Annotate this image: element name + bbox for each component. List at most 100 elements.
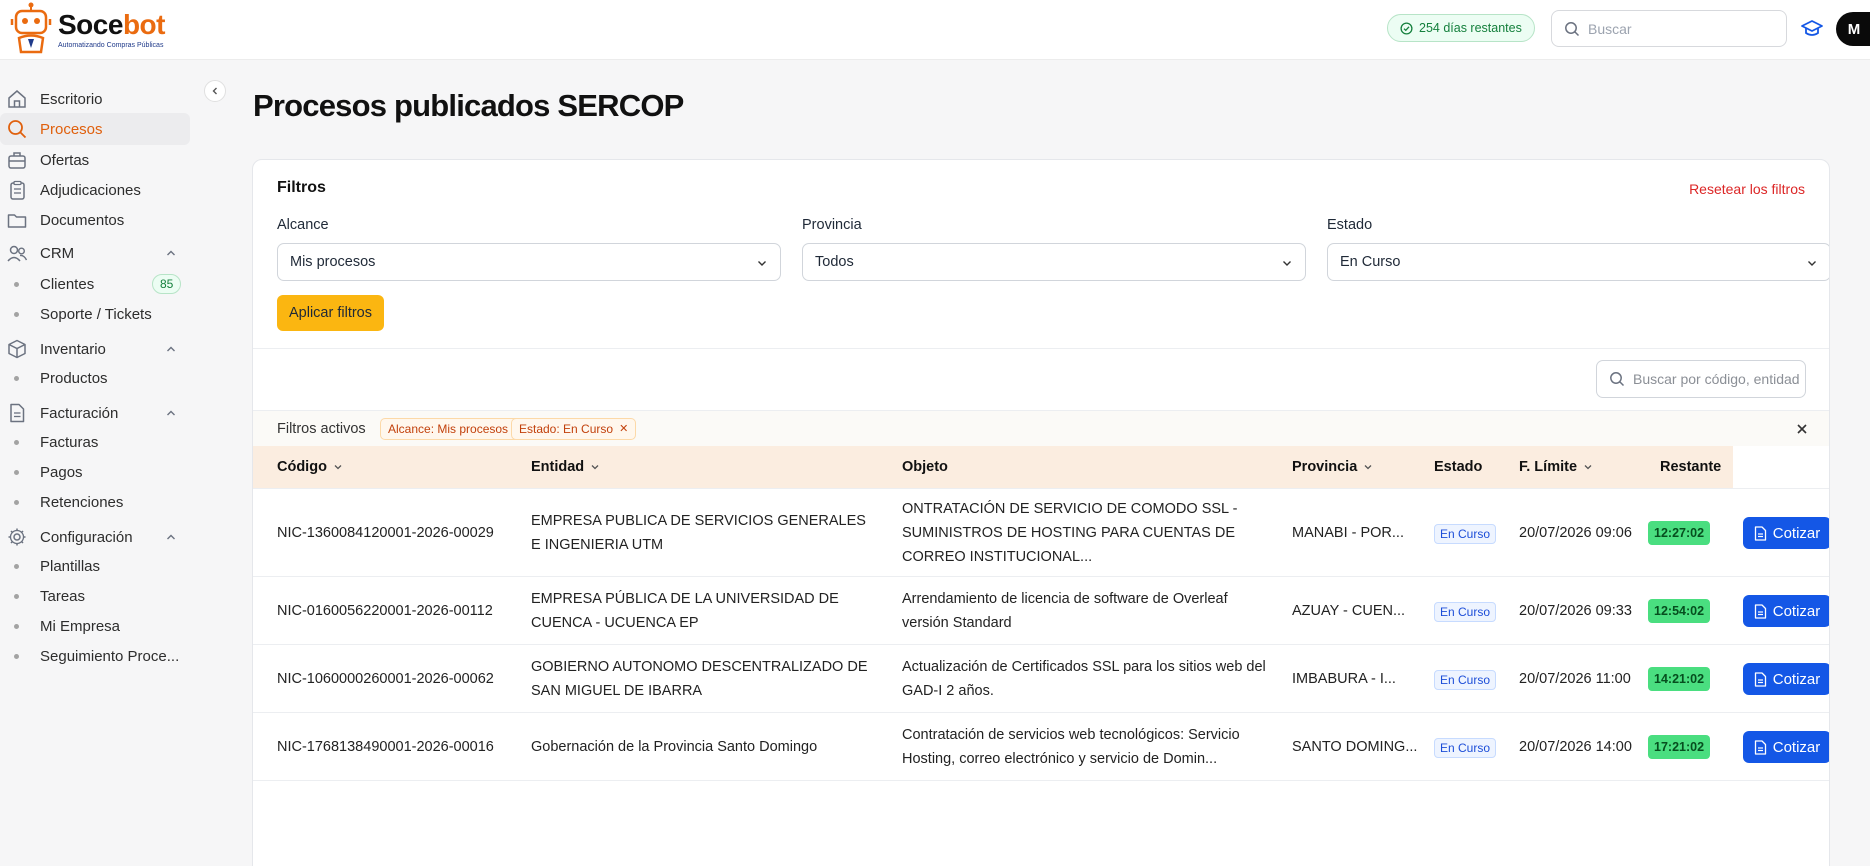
alcance-select[interactable]: Mis procesos xyxy=(277,243,781,281)
days-remaining-text: 254 días restantes xyxy=(1419,21,1522,35)
provincia-select[interactable]: Todos xyxy=(802,243,1306,281)
sidebar-item-plantillas[interactable]: Plantillas xyxy=(0,552,190,580)
close-icon[interactable]: ✕ xyxy=(619,422,628,435)
brand-tagline: Automatizando Compras Públicas xyxy=(58,41,164,49)
chevron-down-icon xyxy=(334,465,342,470)
clear-active-filters-icon[interactable] xyxy=(1795,422,1809,436)
alcance-label: Alcance xyxy=(277,217,329,233)
global-search[interactable] xyxy=(1551,10,1787,47)
chevron-down-icon xyxy=(1364,465,1372,470)
status-badge: En Curso xyxy=(1434,738,1497,758)
document-icon xyxy=(1754,525,1766,541)
sidebar-item-ofertas[interactable]: Ofertas xyxy=(0,144,190,176)
column-header-estado: Estado xyxy=(1434,459,1483,475)
sidebar-item-soporte-tickets[interactable]: Soporte / Tickets xyxy=(0,300,190,328)
active-filter-chip[interactable]: Estado: En Curso ✕ xyxy=(511,417,637,440)
check-circle-icon xyxy=(1400,21,1413,35)
cotizar-button[interactable]: Cotizar xyxy=(1743,517,1829,549)
chevron-up-icon xyxy=(167,410,175,416)
graduation-cap-icon[interactable] xyxy=(1800,17,1824,41)
sidebar-group-crm[interactable]: CRM xyxy=(0,237,190,269)
sidebar-item-procesos[interactable]: Procesos xyxy=(0,113,190,145)
search-icon xyxy=(8,120,27,139)
table-row[interactable]: NIC-0160056220001-2026-00112 EMPRESA PÚB… xyxy=(253,576,1829,644)
reset-filters-link[interactable]: Resetear los filtros xyxy=(1689,181,1805,197)
active-filters-bar: Filtros activos Alcance: Mis procesos✕ E… xyxy=(253,410,1829,446)
filters-title: Filtros xyxy=(277,179,326,196)
chevron-left-icon xyxy=(212,87,217,95)
sidebar-item-tareas[interactable]: Tareas xyxy=(0,582,190,610)
sidebar-item-adjudicaciones[interactable]: Adjudicaciones xyxy=(0,174,190,206)
table-search-input[interactable] xyxy=(1633,371,1801,387)
cotizar-button[interactable]: Cotizar xyxy=(1743,731,1829,763)
global-search-input[interactable] xyxy=(1588,20,1768,37)
estado-select[interactable]: En Curso xyxy=(1327,243,1829,281)
cotizar-button[interactable]: Cotizar xyxy=(1743,663,1829,695)
active-filters-label: Filtros activos xyxy=(277,420,366,437)
clients-count-badge: 85 xyxy=(152,274,182,294)
gear-icon xyxy=(8,528,26,546)
sidebar-item-mi-empresa[interactable]: Mi Empresa xyxy=(0,612,190,640)
search-icon xyxy=(1610,372,1625,387)
document-icon xyxy=(1754,671,1766,687)
document-icon xyxy=(1754,739,1766,755)
table-row[interactable]: NIC-1768138490001-2026-00016 Gobernación… xyxy=(253,712,1829,780)
estado-label: Estado xyxy=(1327,217,1373,233)
file-text-icon xyxy=(10,403,25,423)
cotizar-button[interactable]: Cotizar xyxy=(1743,595,1829,627)
chevron-down-icon xyxy=(591,465,599,470)
time-remaining-badge: 14:21:02 xyxy=(1648,667,1711,691)
sidebar-group-configuracion[interactable]: Configuración xyxy=(0,521,190,553)
column-header-codigo[interactable]: Código xyxy=(277,459,343,475)
chevron-down-icon xyxy=(758,261,766,266)
column-header-provincia[interactable]: Provincia xyxy=(1292,459,1373,475)
sidebar-collapse-button[interactable] xyxy=(204,80,226,102)
column-header-restante: Restante xyxy=(1660,459,1722,475)
sidebar-group-facturacion[interactable]: Facturación xyxy=(0,397,190,429)
folder-icon xyxy=(7,214,27,228)
sidebar-item-escritorio[interactable]: Escritorio xyxy=(0,83,190,115)
column-header-limite[interactable]: F. Límite xyxy=(1519,459,1593,475)
home-icon xyxy=(8,90,26,108)
status-badge: En Curso xyxy=(1434,524,1497,544)
brand-name: Socebot xyxy=(58,8,165,40)
table-search[interactable] xyxy=(1596,360,1806,398)
clipboard-icon xyxy=(10,180,25,200)
status-badge: En Curso xyxy=(1434,602,1497,622)
active-filter-chip[interactable]: Alcance: Mis procesos✕ xyxy=(380,417,532,440)
time-remaining-badge: 12:54:02 xyxy=(1648,599,1711,623)
chevron-up-icon xyxy=(167,250,175,256)
provincia-label: Provincia xyxy=(802,217,862,233)
sidebar-item-pagos[interactable]: Pagos xyxy=(0,458,190,486)
time-remaining-badge: 12:27:02 xyxy=(1648,521,1711,545)
search-icon xyxy=(1565,21,1580,36)
sidebar-item-facturas[interactable]: Facturas xyxy=(0,428,190,456)
sidebar-item-seguimiento[interactable]: Seguimiento Proce... xyxy=(0,642,190,670)
chevron-down-icon xyxy=(1584,465,1592,470)
table-row[interactable]: NIC-1060000260001-2026-00062 GOBIERNO AU… xyxy=(253,644,1829,712)
users-icon xyxy=(7,245,28,262)
sidebar-item-clientes[interactable]: Clientes 85 xyxy=(0,270,190,298)
column-header-objeto: Objeto xyxy=(902,459,948,475)
chevron-down-icon xyxy=(1283,261,1291,266)
subscription-days-badge: 254 días restantes xyxy=(1387,14,1535,42)
box-icon xyxy=(8,339,26,359)
robot-logo-icon xyxy=(10,2,52,54)
table-header: Código Entidad Objeto Provincia Estado F… xyxy=(253,446,1733,488)
table-row[interactable]: NIC-1360084120001-2026-00029 EMPRESA PUB… xyxy=(253,488,1829,576)
sidebar-item-documentos[interactable]: Documentos xyxy=(0,204,190,236)
top-bar: Socebot Automatizando Compras Públicas 2… xyxy=(0,0,1870,60)
time-remaining-badge: 17:21:02 xyxy=(1648,735,1711,759)
page-title: Procesos publicados SERCOP xyxy=(253,88,684,123)
brand-logo[interactable]: Socebot Automatizando Compras Públicas xyxy=(8,2,165,56)
sidebar-group-inventario[interactable]: Inventario xyxy=(0,333,190,365)
sidebar: Escritorio Procesos Ofertas Adjudicacion… xyxy=(0,61,200,866)
sidebar-item-productos[interactable]: Productos xyxy=(0,364,190,392)
sidebar-item-retenciones[interactable]: Retenciones xyxy=(0,488,190,516)
briefcase-icon xyxy=(8,152,26,169)
document-icon xyxy=(1754,603,1766,619)
user-avatar[interactable]: M xyxy=(1836,12,1870,46)
chevron-down-icon xyxy=(1808,261,1816,266)
apply-filters-button[interactable]: Aplicar filtros xyxy=(277,295,384,331)
column-header-entidad[interactable]: Entidad xyxy=(531,459,600,475)
